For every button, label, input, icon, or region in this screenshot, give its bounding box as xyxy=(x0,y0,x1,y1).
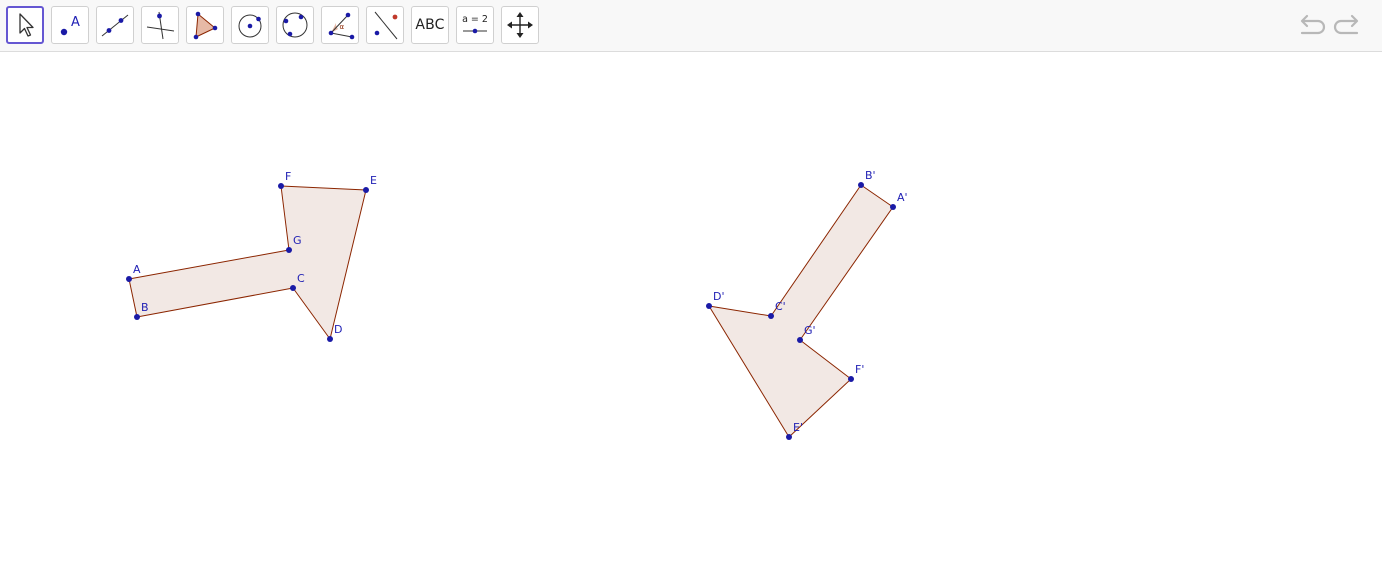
point-G[interactable] xyxy=(286,247,292,253)
point-label-D-prime: D' xyxy=(713,290,725,303)
graphics-view-svg: A B C D E F G A' B' C' D' E' F' G' xyxy=(126,169,908,440)
circle-center-point-icon xyxy=(238,14,262,38)
point-label-F: F xyxy=(285,170,291,183)
polygon-tool-button[interactable] xyxy=(186,6,224,44)
point-C[interactable] xyxy=(290,285,296,291)
point-C-prime[interactable] xyxy=(768,313,774,319)
point-A-prime[interactable] xyxy=(890,204,896,210)
polygon-original-shape[interactable] xyxy=(128,185,367,340)
point-label-E-prime: E' xyxy=(793,421,803,434)
toolbar: A α ABC a = 2 xyxy=(0,0,1382,52)
text-tool-button[interactable]: ABC xyxy=(411,6,449,44)
polygon-image-shape[interactable] xyxy=(708,184,894,438)
undo-icon xyxy=(1300,14,1326,35)
point-E[interactable] xyxy=(363,187,369,193)
point-label-D: D xyxy=(334,323,342,336)
slider-icon: a = 2 xyxy=(462,14,488,34)
line-through-points-icon xyxy=(101,14,129,37)
move-graphics-tool-button[interactable] xyxy=(501,6,539,44)
angle-tool-button[interactable]: α xyxy=(321,6,359,44)
point-E-prime[interactable] xyxy=(786,434,792,440)
point-B[interactable] xyxy=(134,314,140,320)
point-G-prime[interactable] xyxy=(797,337,803,343)
point-label-A-prime: A' xyxy=(897,191,908,204)
point-F[interactable] xyxy=(278,183,284,189)
circle-center-tool-button[interactable] xyxy=(231,6,269,44)
angle-icon: α xyxy=(328,12,355,40)
polygon-original[interactable]: A B C D E F G xyxy=(126,170,377,342)
graphics-view[interactable]: A B C D E F G A' B' C' D' E' F' G' xyxy=(0,53,1382,582)
point-label-A: A xyxy=(133,263,141,276)
perpendicular-tool-button[interactable] xyxy=(141,6,179,44)
reflect-tool-button[interactable] xyxy=(366,6,404,44)
point-D[interactable] xyxy=(327,336,333,342)
text-tool-icon: ABC xyxy=(415,17,445,33)
arrow-pointer-icon xyxy=(19,13,34,37)
point-icon: A xyxy=(60,15,80,36)
point-tool-letter: A xyxy=(71,15,80,30)
undo-button[interactable] xyxy=(1296,12,1326,40)
geogebra-app: A α ABC a = 2 A B C D E F G A' B' C' D' … xyxy=(0,0,1382,582)
reflect-about-line-icon xyxy=(374,11,398,40)
slider-tool-label: a = 2 xyxy=(462,14,488,25)
point-label-C-prime: C' xyxy=(775,300,786,313)
point-label-C: C xyxy=(297,272,305,285)
point-label-E: E xyxy=(370,174,377,187)
slider-tool-button[interactable]: a = 2 xyxy=(456,6,494,44)
angle-tool-letter: α xyxy=(340,23,345,31)
polygon-image[interactable]: A' B' C' D' E' F' G' xyxy=(706,169,908,440)
point-D-prime[interactable] xyxy=(706,303,712,309)
point-B-prime[interactable] xyxy=(858,182,864,188)
circle-three-points-icon xyxy=(282,12,308,38)
point-label-G-prime: G' xyxy=(804,324,816,337)
line-tool-button[interactable] xyxy=(96,6,134,44)
point-F-prime[interactable] xyxy=(848,376,854,382)
point-label-B: B xyxy=(141,301,149,314)
point-tool-button[interactable]: A xyxy=(51,6,89,44)
point-label-B-prime: B' xyxy=(865,169,876,182)
redo-button[interactable] xyxy=(1333,12,1363,40)
move-tool-button[interactable] xyxy=(6,6,44,44)
polygon-icon xyxy=(193,11,218,40)
point-label-F-prime: F' xyxy=(855,363,864,376)
redo-icon xyxy=(1333,14,1359,35)
move-graphics-view-icon xyxy=(507,12,533,38)
point-A[interactable] xyxy=(126,276,132,282)
point-label-G: G xyxy=(293,234,302,247)
perpendicular-line-icon xyxy=(146,11,175,40)
circle-three-points-tool-button[interactable] xyxy=(276,6,314,44)
